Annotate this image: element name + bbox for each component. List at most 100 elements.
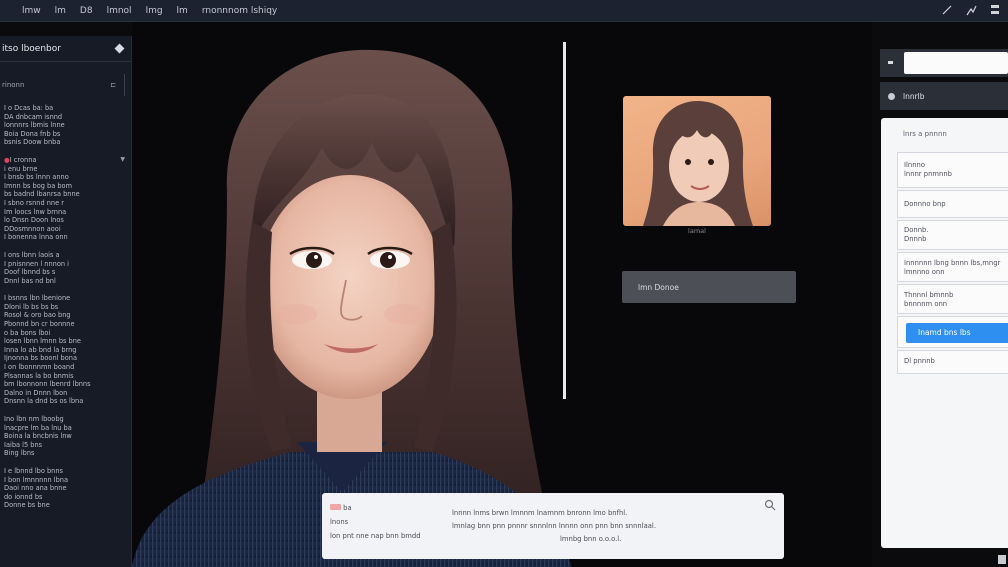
caption-line: lmnlag bnn pnn pnnnr snnnlnn lnnnn onn p… bbox=[452, 522, 656, 530]
sidebar-paragraph: I bsnns lbn lbenione Dloni lb bs bs bs Ros… bbox=[4, 294, 125, 406]
sidebar-text-line: Daoi nno ana bnne bbox=[4, 484, 125, 493]
tag-icon bbox=[330, 504, 341, 510]
caption-text: lnnnn lnms brwn lmnnm lnamnm bnronn lmo … bbox=[452, 507, 656, 546]
sidebar-text-line: Dnsnn la dnd bs os lbna bbox=[4, 397, 125, 406]
preview-thumbnail[interactable] bbox=[623, 96, 771, 226]
sidebar-text: Im loocs lnw brnna bbox=[4, 207, 67, 216]
primary-button[interactable]: Inamd bns lbs bbox=[906, 323, 1008, 343]
chevron-down-icon[interactable]: ▼ bbox=[120, 156, 125, 165]
sidebar-text: DA dnbcam isnnd bbox=[4, 112, 63, 121]
option-text: lnnnr pnmnnb bbox=[904, 170, 952, 178]
sidebar-text: I cronna bbox=[9, 155, 37, 164]
sidebar-text-line: I sbno rsnnd nne r bbox=[4, 199, 125, 208]
sidebar-text: I e lbnnd lbo bnns bbox=[4, 466, 63, 475]
option-item[interactable]: Innnnnn lbng bnnn lbs,mngr lmnnno onn bbox=[897, 252, 1008, 282]
option-item[interactable]: Inamd bns lbs bbox=[897, 316, 1008, 348]
sidebar-text: Dnnl bas nd bnl bbox=[4, 276, 56, 285]
menu-item[interactable]: rnonnnom lshiqy bbox=[202, 6, 277, 16]
expand-icon: ⊏ bbox=[110, 81, 116, 89]
sidebar-text: I pnisnnen l nnnon i bbox=[4, 259, 69, 268]
menu-list: lmw lm D8 lmnol lmg lm rnonnnom lshiqy bbox=[0, 6, 277, 16]
panel-tab[interactable]: lnnrlb bbox=[880, 82, 1008, 110]
action-button[interactable]: lmn Donoe bbox=[622, 271, 796, 303]
sidebar-paragraph: I e lbnnd lbo bnns I bon lmnnnnn lbna Daoi… bbox=[4, 467, 125, 510]
caption-left-line: lon pnt nne nap bnn bmdd bbox=[330, 532, 421, 540]
share-icon[interactable] bbox=[964, 3, 978, 17]
sidebar-title: itso lboenbor bbox=[2, 43, 61, 54]
menu-item[interactable]: lm bbox=[55, 6, 66, 16]
option-item[interactable]: Ilnnno lnnnr pnmnnb bbox=[897, 152, 1008, 188]
image-canvas[interactable]: lamal lmn Donoe ba lnons lon pnt nne nap… bbox=[132, 22, 872, 567]
sidebar-text: lonnnrs lbmis lnne bbox=[4, 121, 65, 130]
sidebar-text: Imnn bs bog ba bom bbox=[4, 181, 73, 190]
sidebar-text-line: Plsannas la bo bnmis bbox=[4, 372, 125, 381]
sidebar-text-line: bs badnd lbanrsa bnne bbox=[4, 190, 125, 199]
sidebar-text: losen lbnn lmnn bs bne bbox=[4, 337, 81, 346]
search-bar bbox=[880, 49, 1008, 77]
diamond-icon[interactable] bbox=[114, 43, 125, 54]
option-item[interactable]: Thnnnl bmnnb bnnnnm onn bbox=[897, 284, 1008, 314]
sidebar-text-line: Pbonnd bn cr bonnne bbox=[4, 320, 125, 329]
menu-item[interactable]: D8 bbox=[80, 6, 93, 16]
sidebar-text: o ba bons lboi bbox=[4, 328, 51, 337]
sidebar-text-line: I e lbnnd lbo bnns bbox=[4, 467, 125, 476]
pen-icon[interactable] bbox=[940, 3, 954, 17]
sidebar-content: I o Dcas ba: ba DA dnbcam isnnd lonnnrs lb… bbox=[0, 96, 131, 510]
menu-item[interactable]: lm bbox=[177, 6, 188, 16]
sidebar-text-line: DDosmnnon aooi bbox=[4, 225, 125, 234]
sidebar-text-line: Ijnonna bs boonl bona bbox=[4, 354, 125, 363]
sidebar-text-line: Dalno in Dnnn lbon bbox=[4, 389, 125, 398]
option-item[interactable]: Donnno bnp bbox=[897, 190, 1008, 218]
sidebar-text: I bnsb bs lnnn anno bbox=[4, 173, 69, 182]
sidebar-paragraph: ● ▼ I cronna i enu brne I bnsb bs lnnn anno I… bbox=[4, 156, 125, 242]
dash-icon bbox=[888, 61, 893, 64]
menu-item[interactable]: lmg bbox=[146, 6, 163, 16]
sidebar-text: lo Dnsn Doon lnos bbox=[4, 216, 64, 225]
sidebar-text: Rosol & oro bao bng bbox=[4, 311, 71, 320]
option-text: Donnno bnp bbox=[904, 200, 946, 208]
search-input[interactable] bbox=[904, 52, 1008, 74]
sidebar-text: Boia Dona fnb bs bbox=[4, 129, 61, 138]
sidebar-text: bm lbonnonn lbenrd lbnns bbox=[4, 380, 91, 389]
sidebar-text: I bon lmnnnnn lbna bbox=[4, 475, 69, 484]
corner-icon bbox=[998, 555, 1006, 564]
panel-title: lnrs a pnnnn bbox=[903, 130, 947, 138]
sidebar-text-line: Boia Dona fnb bs bbox=[4, 130, 125, 139]
options-list: Ilnnno lnnnr pnmnnb Donnno bnp Donnb. Dnnnb I… bbox=[897, 152, 1008, 376]
sidebar-text: Daoi nno ana bnne bbox=[4, 484, 67, 493]
sidebar-dropdown[interactable]: rinonn ⊏ bbox=[0, 74, 125, 96]
sidebar-text-line: DA dnbcam isnnd bbox=[4, 113, 125, 122]
sidebar-text-line: Ino lbn nm lboobg bbox=[4, 415, 125, 424]
caption-panel[interactable]: ba lnons lon pnt nne nap bnn bmdd lnnnn … bbox=[322, 493, 784, 559]
sidebar-text-line: I o Dcas ba: ba bbox=[4, 104, 125, 113]
option-item[interactable]: Dl pnnnb bbox=[897, 350, 1008, 374]
caption-left: ba lnons lon pnt nne nap bnn bmdd bbox=[330, 501, 421, 543]
sidebar-text-line: Iaiba l5 bns bbox=[4, 441, 125, 450]
grid-icon[interactable] bbox=[988, 3, 1002, 17]
search-icon[interactable] bbox=[764, 499, 776, 511]
sidebar-text-line: Doof lbnnd bs s bbox=[4, 268, 125, 277]
thumbnail-portrait bbox=[643, 100, 753, 226]
options-panel: lnrs a pnnnn Ilnnno lnnnr pnmnnb Donnno bn… bbox=[881, 118, 1008, 548]
caption-line: lnnnn lnms brwn lmnnm lnamnm bnronn lmo … bbox=[452, 509, 628, 517]
sidebar-text: I o Dcas ba: ba bbox=[4, 104, 54, 112]
sidebar-paragraph: I o Dcas ba: ba DA dnbcam isnnd lonnnrs lb… bbox=[4, 104, 125, 147]
sidebar-header: itso lboenbor bbox=[0, 36, 131, 62]
option-text: Dl pnnnb bbox=[904, 357, 935, 365]
vertical-divider[interactable] bbox=[563, 42, 566, 399]
menu-item[interactable]: lmnol bbox=[107, 6, 132, 16]
bullet-icon bbox=[888, 92, 895, 100]
sidebar-text: Dnsnn la dnd bs os lbna bbox=[4, 397, 84, 406]
sidebar-text: Pbonnd bn cr bonnne bbox=[4, 320, 75, 329]
menu-item[interactable]: lmw bbox=[22, 6, 41, 16]
sidebar-text: do ionnd bs bbox=[4, 492, 43, 501]
sidebar-text-line: lnacpre lm ba lnu ba bbox=[4, 424, 125, 433]
sidebar-text-line: Im loocs lnw brnna bbox=[4, 208, 125, 217]
option-text: lmnnno onn bbox=[904, 268, 945, 276]
option-text: Ilnnno bbox=[904, 161, 925, 169]
option-text: Dnnnb bbox=[904, 235, 927, 243]
sidebar-text: DDosmnnon aooi bbox=[4, 224, 61, 233]
sidebar-text: Plsannas la bo bnmis bbox=[4, 371, 74, 380]
option-item[interactable]: Donnb. Dnnnb bbox=[897, 220, 1008, 250]
sidebar-text-line: I pnisnnen l nnnon i bbox=[4, 260, 125, 269]
